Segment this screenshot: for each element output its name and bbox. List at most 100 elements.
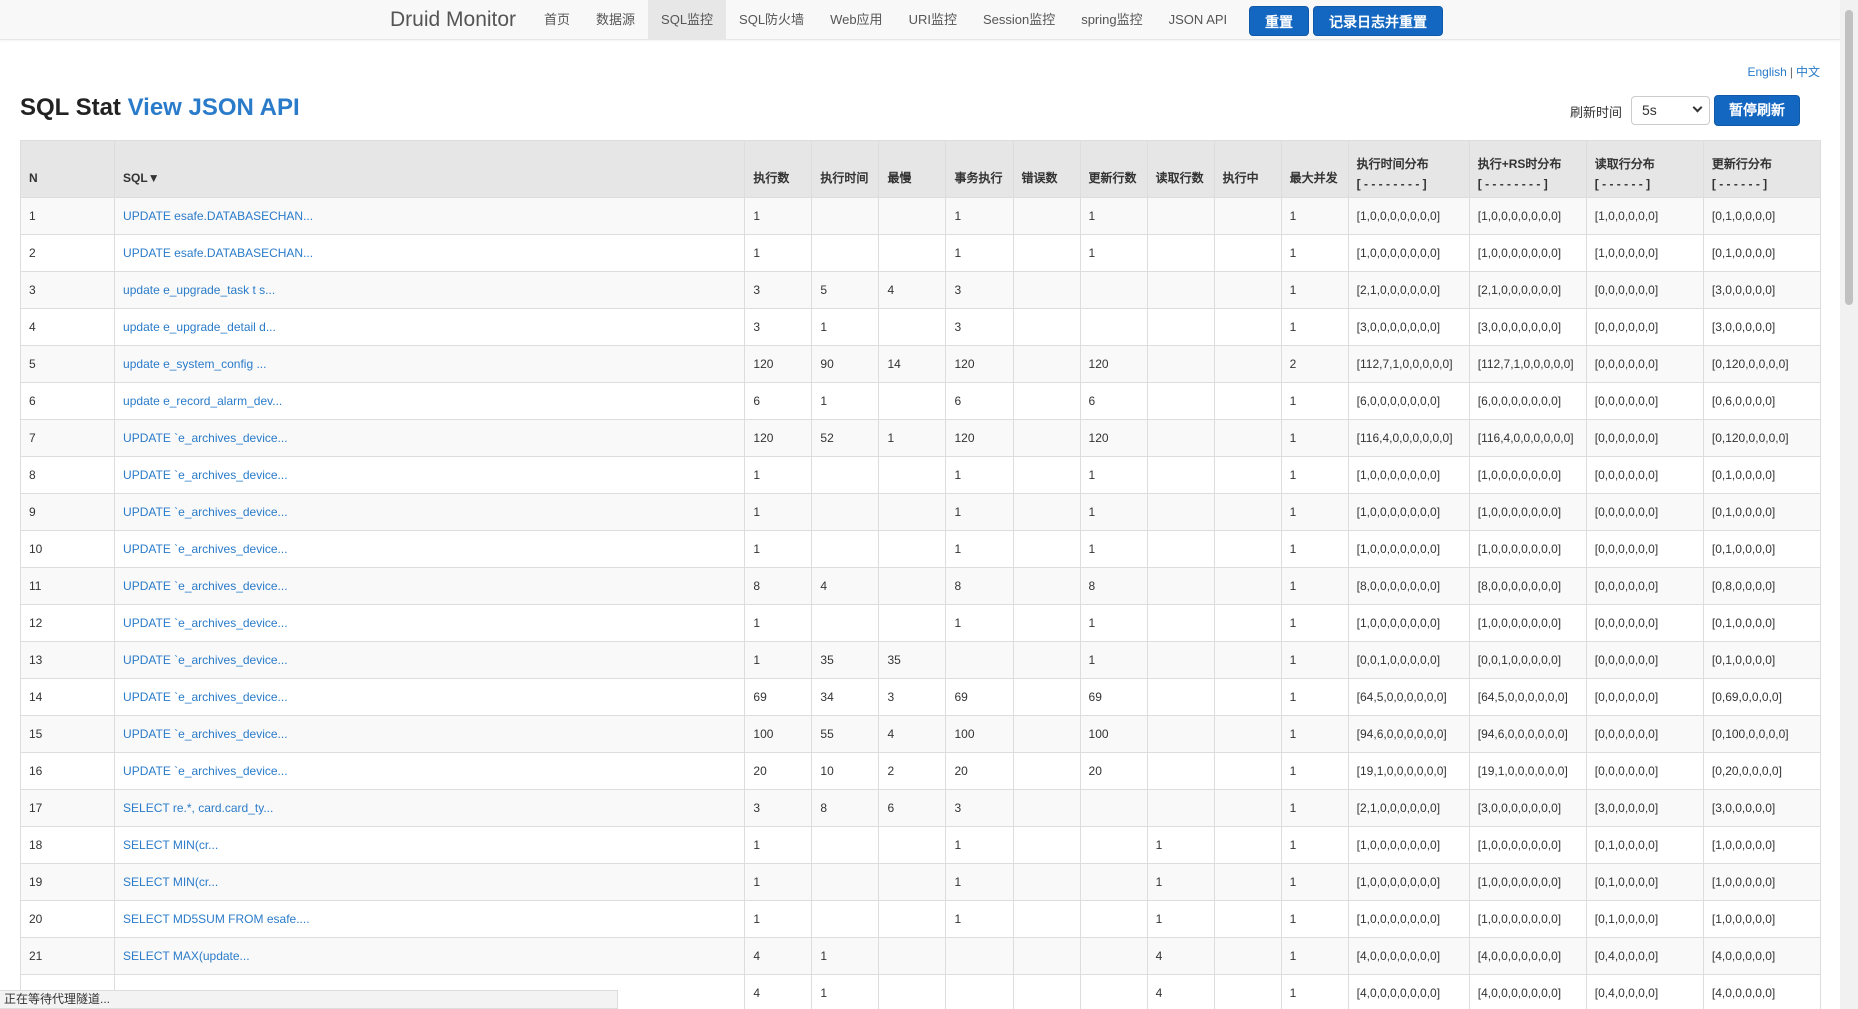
table-row: 11 UPDATE `e_archives_device... 8 4 8 8 1 [8,0,… [19,567,1822,605]
cell-err [1012,937,1081,975]
nav-item-0[interactable]: 首页 [531,0,583,40]
column-header-h4[interactable]: 更新行分布 [ - - - - - - ] [1702,140,1822,198]
cell-time: 8 [811,789,880,827]
cell-time [811,234,880,272]
cell-sql[interactable]: update e_upgrade_detail d... [114,308,746,346]
column-header-running[interactable]: 执行中 [1213,140,1282,198]
cell-n: 15 [19,715,116,753]
cell-tx: 1 [945,604,1014,642]
column-header-err[interactable]: 错误数 [1012,140,1081,198]
brand-title[interactable]: Druid Monitor [390,8,516,32]
cell-exec: 4 [744,974,813,1009]
cell-sql[interactable]: UPDATE `e_archives_device... [114,604,746,642]
cell-upd: 8 [1079,567,1148,605]
nav-item-1[interactable]: 数据源 [583,0,648,40]
reset-button[interactable]: 重置 [1249,6,1309,36]
lang-english-link[interactable]: English [1748,65,1787,79]
cell-h2: [1,0,0,0,0,0,0,0] [1468,493,1587,531]
cell-sql[interactable]: UPDATE `e_archives_device... [114,567,746,605]
cell-slowest: 1 [878,419,947,457]
sql-stat-table: N SQL▼ 执行数 执行时间 最慢 事务执行 错误数 更新行数 读取行数 执行中 最大并发 执行时间… [19,140,1822,1009]
cell-h2: [4,0,0,0,0,0,0,0] [1468,974,1587,1009]
column-header-sql[interactable]: SQL▼ [114,140,746,198]
nav-item-5[interactable]: URI监控 [896,0,970,40]
scrollbar-thumb[interactable] [1845,10,1853,305]
cell-err [1012,789,1081,827]
lang-chinese-link[interactable]: 中文 [1796,65,1820,79]
column-header-time[interactable]: 执行时间 [811,140,880,198]
cell-h1: [3,0,0,0,0,0,0,0] [1347,308,1470,346]
refresh-interval-select[interactable]: 5s [1631,96,1710,125]
cell-upd [1079,900,1148,938]
cell-h2: [4,0,0,0,0,0,0,0] [1468,937,1587,975]
cell-h4: [1,0,0,0,0,0] [1702,826,1822,864]
cell-conc: 1 [1280,271,1349,309]
cell-running [1213,789,1282,827]
column-header-h1[interactable]: 执行时间分布 [ - - - - - - - - ] [1347,140,1470,198]
cell-sql[interactable]: SELECT MIN(cr... [114,826,746,864]
cell-conc: 1 [1280,604,1349,642]
nav-item-4[interactable]: Web应用 [817,0,896,40]
cell-sql[interactable]: UPDATE `e_archives_device... [114,641,746,679]
cell-sql[interactable]: UPDATE `e_archives_device... [114,530,746,568]
column-header-n[interactable]: N [19,140,116,198]
cell-sql[interactable]: UPDATE `e_archives_device... [114,456,746,494]
cell-n: 18 [19,826,116,864]
language-switcher: English | 中文 [1748,63,1821,80]
table-row: 2 UPDATE esafe.DATABASECHAN... 1 1 1 1 [1,0,0,… [19,234,1822,272]
cell-sql[interactable]: update e_upgrade_task t s... [114,271,746,309]
page-title-text: SQL Stat [20,94,121,121]
cell-sql[interactable]: UPDATE esafe.DATABASECHAN... [114,234,746,272]
cell-err [1012,752,1081,790]
column-header-h2[interactable]: 执行+RS时分布 [ - - - - - - - - ] [1468,140,1587,198]
cell-sql[interactable]: UPDATE `e_archives_device... [114,715,746,753]
column-header-slowest[interactable]: 最慢 [878,140,947,198]
column-header-h3[interactable]: 读取行分布 [ - - - - - - ] [1585,140,1704,198]
cell-conc: 1 [1280,678,1349,716]
cell-sql[interactable]: UPDATE `e_archives_device... [114,493,746,531]
nav-item-6[interactable]: Session监控 [970,0,1068,40]
cell-h2: [1,0,0,0,0,0,0,0] [1468,863,1587,901]
cell-slowest [878,974,947,1009]
cell-sql[interactable]: UPDATE esafe.DATABASECHAN... [114,197,746,235]
cell-h1: [1,0,0,0,0,0,0,0] [1347,826,1470,864]
cell-sql[interactable]: SELECT MD5SUM FROM esafe.... [114,900,746,938]
cell-sql[interactable]: SELECT MAX(update... [114,937,746,975]
view-json-api-link[interactable]: View JSON API [128,94,300,121]
cell-read [1146,567,1215,605]
cell-h2: [1,0,0,0,0,0,0,0] [1468,456,1587,494]
cell-time [811,900,880,938]
pause-refresh-button[interactable]: 暂停刷新 [1714,95,1800,126]
cell-exec: 6 [744,382,813,420]
column-header-read[interactable]: 读取行数 [1146,140,1215,198]
cell-tx: 1 [945,900,1014,938]
cell-sql[interactable]: UPDATE `e_archives_device... [114,752,746,790]
cell-h4: [3,0,0,0,0,0] [1702,271,1822,309]
nav-item-8[interactable]: JSON API [1156,0,1241,40]
cell-upd: 1 [1079,530,1148,568]
vertical-scrollbar[interactable] [1840,0,1858,1009]
cell-h2: [1,0,0,0,0,0,0,0] [1468,900,1587,938]
cell-sql[interactable]: SELECT re.*, card.card_ty... [114,789,746,827]
column-header-tx[interactable]: 事务执行 [945,140,1014,198]
cell-conc: 1 [1280,715,1349,753]
cell-h1: [4,0,0,0,0,0,0,0] [1347,937,1470,975]
cell-h4: [0,1,0,0,0,0] [1702,641,1822,679]
cell-sql[interactable]: update e_system_config ... [114,345,746,383]
nav-item-3[interactable]: SQL防火墙 [726,0,817,40]
cell-sql[interactable]: update e_record_alarm_dev... [114,382,746,420]
cell-conc: 1 [1280,789,1349,827]
nav-item-2[interactable]: SQL监控 [648,0,727,40]
cell-slowest [878,604,947,642]
cell-h2: [2,1,0,0,0,0,0,0] [1468,271,1587,309]
cell-err [1012,604,1081,642]
cell-sql[interactable]: UPDATE `e_archives_device... [114,419,746,457]
cell-upd: 1 [1079,197,1148,235]
column-header-upd[interactable]: 更新行数 [1079,140,1148,198]
column-header-exec[interactable]: 执行数 [744,140,813,198]
log-and-reset-button[interactable]: 记录日志并重置 [1313,6,1443,36]
cell-sql[interactable]: UPDATE `e_archives_device... [114,678,746,716]
cell-sql[interactable]: SELECT MIN(cr... [114,863,746,901]
nav-item-7[interactable]: spring监控 [1068,0,1155,40]
column-header-conc[interactable]: 最大并发 [1280,140,1349,198]
